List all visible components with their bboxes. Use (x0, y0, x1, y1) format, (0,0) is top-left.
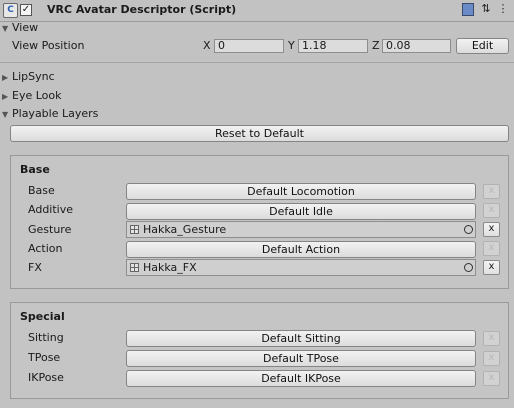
remove-ikpose-button[interactable]: x (483, 371, 500, 386)
ikpose-layer-button[interactable]: Default IKPose (126, 370, 476, 387)
remove-fx-button[interactable]: x (483, 260, 500, 275)
remove-gesture-button[interactable]: x (483, 222, 500, 237)
foldout-expanded-icon: ▼ (2, 24, 9, 33)
remove-tpose-button[interactable]: x (483, 351, 500, 366)
layer-label-tpose: TPose (28, 351, 61, 364)
fx-controller-name: Hakka_FX (143, 261, 197, 274)
view-position-z-field[interactable]: 0.08 (382, 39, 451, 53)
foldout-collapsed-icon: ▶ (2, 73, 9, 82)
view-position-label: View Position (12, 39, 85, 52)
additive-layer-button[interactable]: Default Idle (126, 203, 476, 220)
object-picker-icon[interactable] (464, 225, 473, 234)
base-section-title: Base (20, 163, 50, 176)
preset-icon[interactable]: ⇅ (480, 3, 492, 15)
playable-layers-foldout[interactable]: ▼ Playable Layers (2, 106, 98, 122)
base-layer-button[interactable]: Default Locomotion (126, 183, 476, 200)
help-book-icon[interactable] (462, 3, 474, 16)
foldout-collapsed-icon: ▶ (2, 92, 9, 101)
component-header: C ✓ VRC Avatar Descriptor (Script) ⇅ ⋮ (0, 0, 514, 22)
z-label: Z (372, 39, 380, 52)
component-title: VRC Avatar Descriptor (Script) (47, 3, 237, 16)
foldout-expanded-icon: ▼ (2, 110, 9, 119)
sitting-layer-button[interactable]: Default Sitting (126, 330, 476, 347)
remove-sitting-button[interactable]: x (483, 331, 500, 346)
context-menu-icon[interactable]: ⋮ (497, 3, 509, 15)
remove-action-button[interactable]: x (483, 241, 500, 256)
layer-label-gesture: Gesture (28, 223, 72, 236)
edit-button[interactable]: Edit (456, 38, 509, 54)
gesture-controller-field[interactable]: Hakka_Gesture (126, 221, 476, 238)
animator-controller-icon (130, 225, 139, 234)
y-label: Y (288, 39, 295, 52)
special-section-title: Special (20, 310, 65, 323)
layer-label-fx: FX (28, 261, 42, 274)
remove-additive-button[interactable]: x (483, 203, 500, 218)
remove-base-button[interactable]: x (483, 184, 500, 199)
animator-controller-icon (130, 263, 139, 272)
object-picker-icon[interactable] (464, 263, 473, 272)
lipsync-foldout[interactable]: ▶ LipSync (2, 69, 55, 85)
eye-look-foldout[interactable]: ▶ Eye Look (2, 88, 62, 104)
fx-controller-field[interactable]: Hakka_FX (126, 259, 476, 276)
view-foldout[interactable]: ▼ View (2, 20, 38, 36)
view-position-x-field[interactable]: 0 (214, 39, 284, 53)
layer-label-additive: Additive (28, 203, 73, 216)
reset-to-default-button[interactable]: Reset to Default (10, 125, 509, 142)
view-position-y-field[interactable]: 1.18 (298, 39, 368, 53)
layer-label-base: Base (28, 184, 55, 197)
enabled-checkbox[interactable]: ✓ (20, 4, 32, 16)
gesture-controller-name: Hakka_Gesture (143, 223, 227, 236)
x-label: X (203, 39, 211, 52)
action-layer-button[interactable]: Default Action (126, 241, 476, 258)
layer-label-sitting: Sitting (28, 331, 64, 344)
layer-label-ikpose: IKPose (28, 371, 64, 384)
layer-label-action: Action (28, 242, 63, 255)
script-icon: C (3, 3, 18, 18)
separator (0, 62, 514, 63)
tpose-layer-button[interactable]: Default TPose (126, 350, 476, 367)
